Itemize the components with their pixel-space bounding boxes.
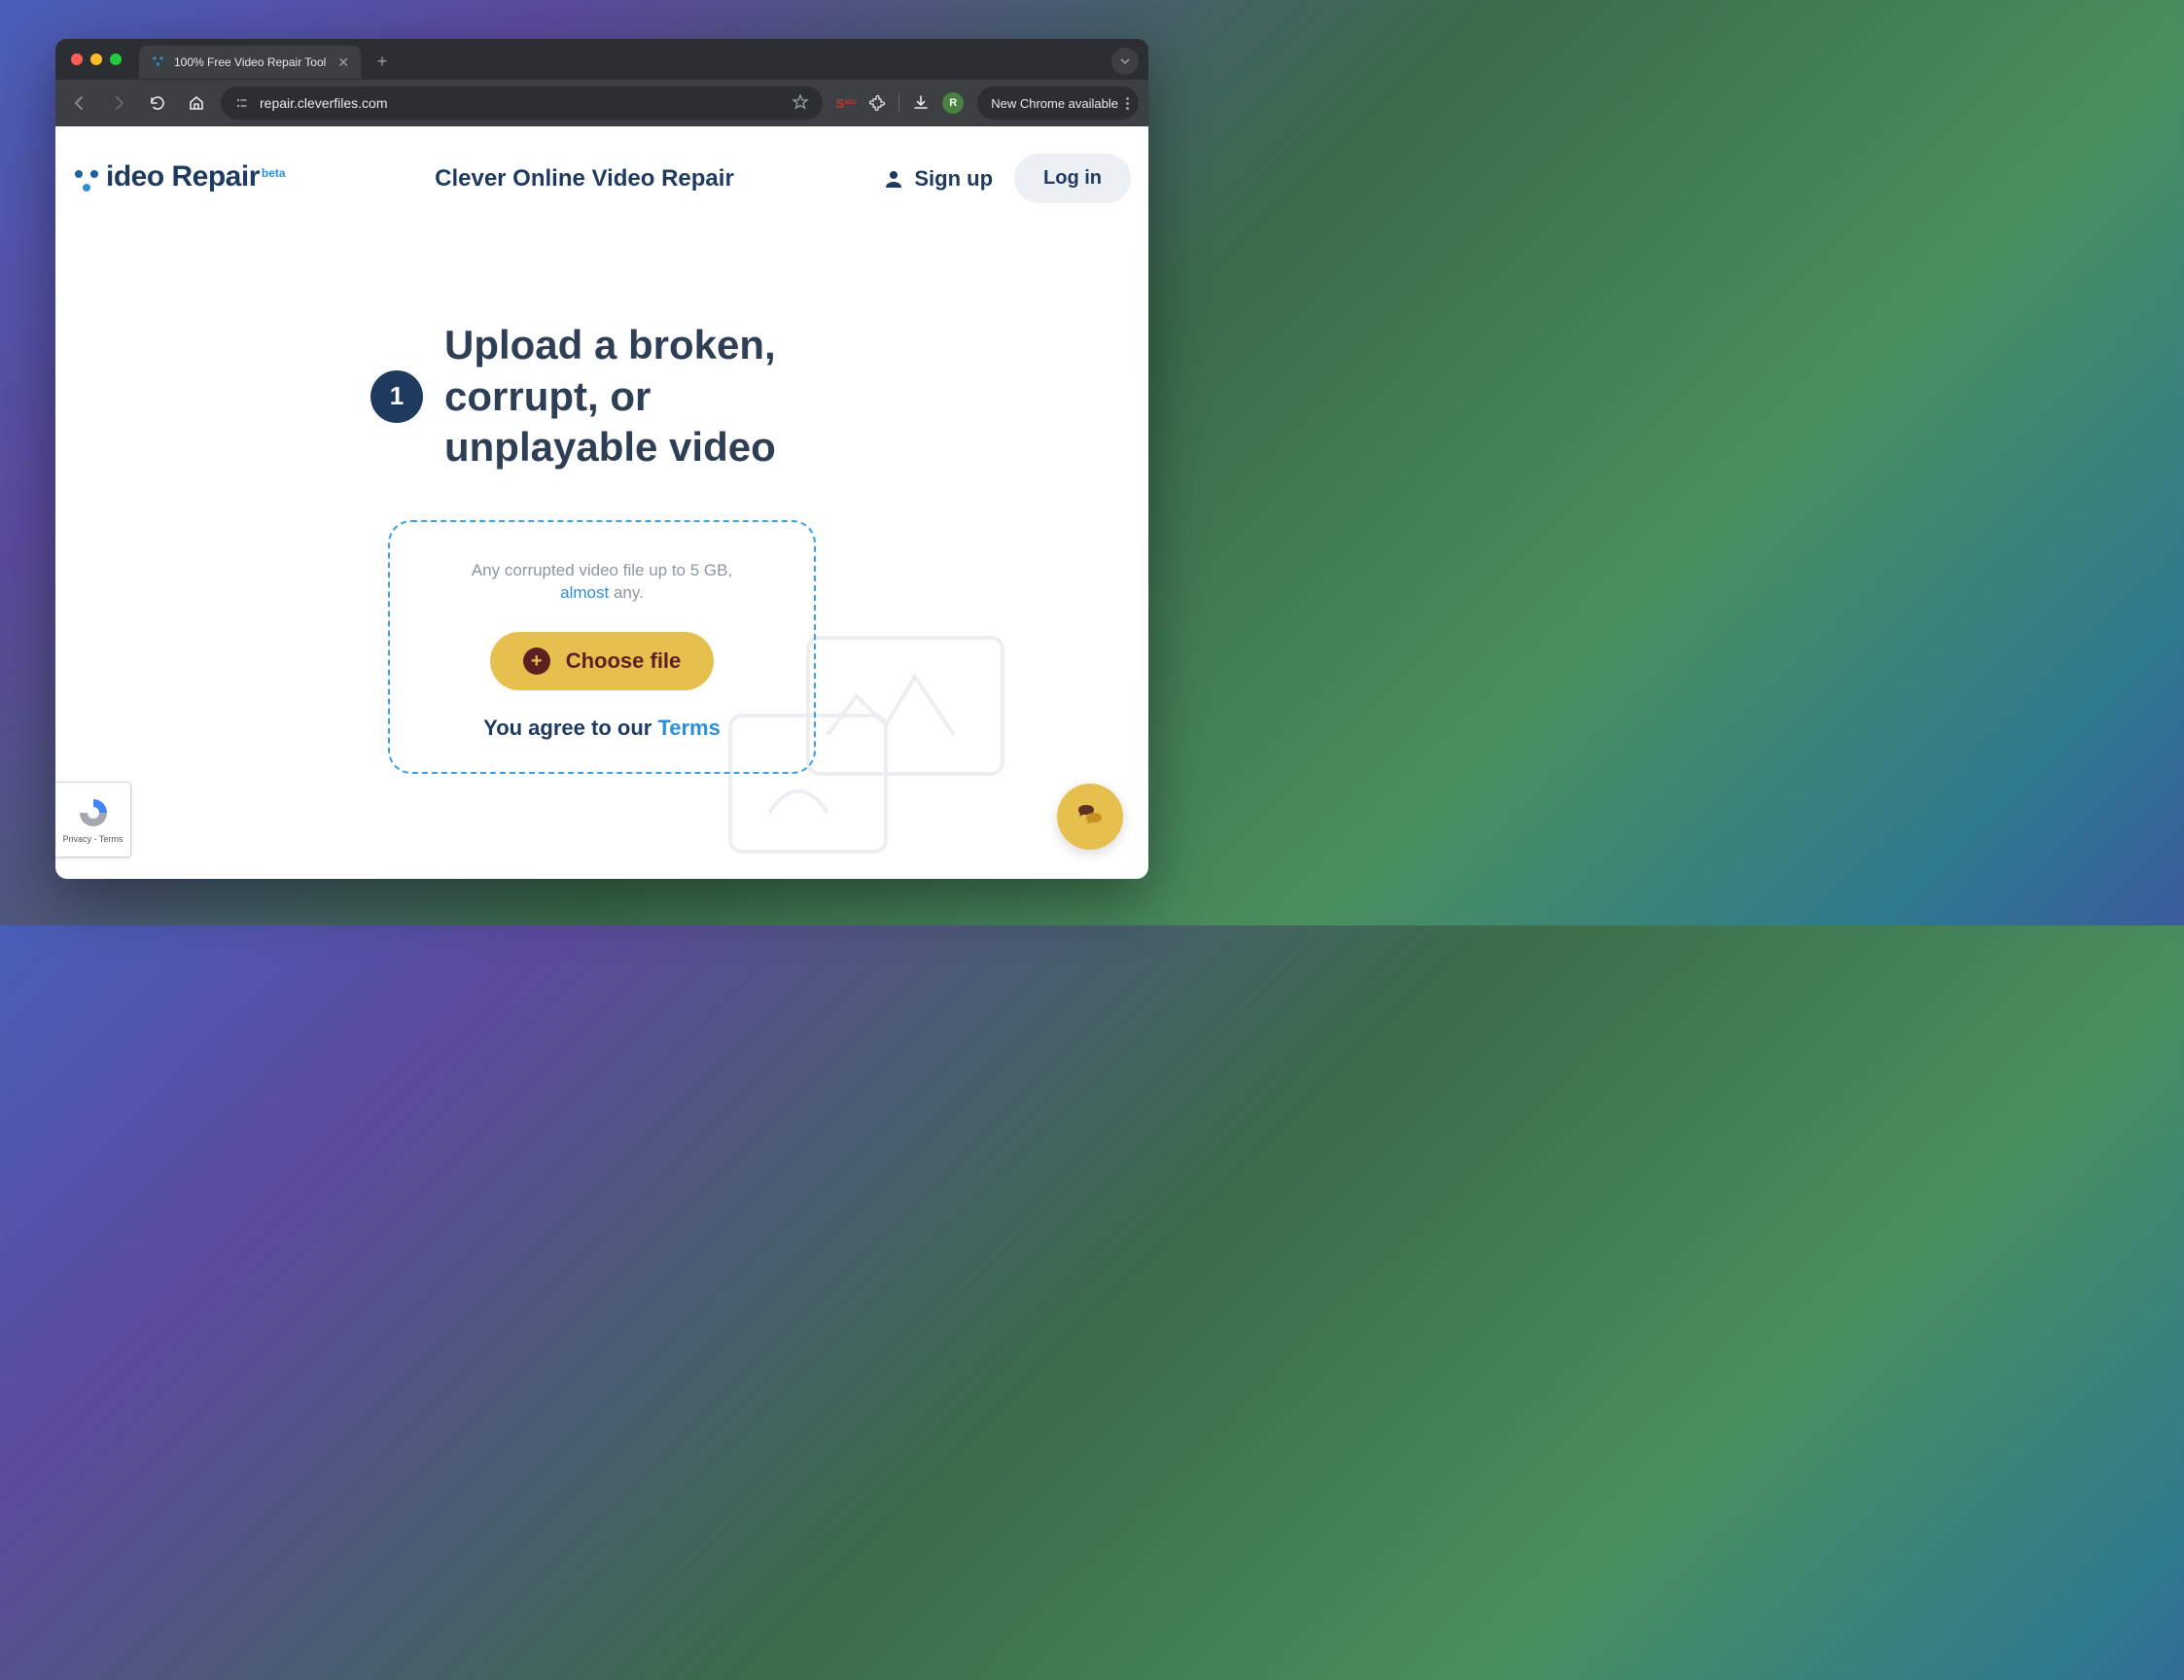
window-controls — [65, 53, 122, 65]
chat-fab-button[interactable] — [1057, 784, 1123, 850]
tab-title: 100% Free Video Repair Tool — [174, 55, 326, 69]
browser-window: 100% Free Video Repair Tool ✕ + repair.c… — [55, 39, 1148, 879]
home-button[interactable] — [182, 88, 211, 118]
browser-tab[interactable]: 100% Free Video Repair Tool ✕ — [139, 46, 361, 79]
site-header: ideo Repair beta Clever Online Video Rep… — [55, 126, 1148, 203]
recaptcha-sep: - — [91, 834, 99, 844]
upload-desc-line1: Any corrupted video file up to 5 GB, — [472, 561, 732, 579]
seo-extension-icon[interactable]: SSEO — [836, 93, 856, 113]
new-tab-button[interactable]: + — [369, 48, 396, 75]
tabs-dropdown-button[interactable] — [1111, 48, 1139, 75]
close-window-button[interactable] — [71, 53, 83, 65]
step-row: 1 Upload a broken, corrupt, or unplayabl… — [213, 320, 991, 473]
back-button[interactable] — [65, 88, 94, 118]
step-title: Upload a broken, corrupt, or unplayable … — [444, 320, 833, 473]
tab-favicon-icon — [151, 54, 166, 70]
menu-kebab-icon[interactable] — [1126, 97, 1129, 110]
header-right: Sign up Log in — [883, 154, 1131, 203]
signup-link[interactable]: Sign up — [883, 166, 993, 192]
chrome-update-label: New Chrome available — [991, 96, 1118, 111]
recaptcha-terms-link[interactable]: Terms — [99, 834, 123, 844]
upload-description: Any corrupted video file up to 5 GB, alm… — [419, 559, 785, 606]
forward-button[interactable] — [104, 88, 133, 118]
address-bar[interactable]: repair.cleverfiles.com — [221, 87, 823, 120]
reload-button[interactable] — [143, 88, 172, 118]
almost-link[interactable]: almost — [560, 583, 609, 602]
user-icon — [883, 168, 904, 190]
upload-desc-suffix: any. — [609, 583, 644, 602]
logo-beta-label: beta — [262, 166, 286, 180]
close-tab-button[interactable]: ✕ — [337, 54, 349, 71]
site-tagline: Clever Online Video Repair — [435, 165, 734, 192]
page-content: ideo Repair beta Clever Online Video Rep… — [55, 126, 1148, 879]
downloads-icon[interactable] — [911, 93, 931, 113]
maximize-window-button[interactable] — [110, 53, 122, 65]
terms-prefix: You agree to our — [483, 716, 657, 740]
terms-link[interactable]: Terms — [657, 716, 720, 740]
upload-dropzone[interactable]: Any corrupted video file up to 5 GB, alm… — [388, 520, 816, 775]
terms-row: You agree to our Terms — [419, 716, 785, 741]
signup-label: Sign up — [914, 166, 993, 192]
recaptcha-text: Privacy - Terms — [63, 834, 123, 844]
login-label: Log in — [1043, 167, 1102, 189]
login-button[interactable]: Log in — [1014, 154, 1131, 203]
chat-icon — [1074, 800, 1107, 833]
step-number-badge: 1 — [370, 370, 423, 423]
main-area: 1 Upload a broken, corrupt, or unplayabl… — [55, 203, 1148, 774]
plus-icon: + — [523, 648, 550, 675]
toolbar-divider — [898, 94, 899, 112]
choose-file-button[interactable]: + Choose file — [490, 632, 715, 690]
site-logo[interactable]: ideo Repair beta — [73, 160, 286, 197]
logo-text: ideo Repair — [106, 160, 260, 193]
extensions-puzzle-icon[interactable] — [867, 93, 887, 113]
tab-bar: 100% Free Video Repair Tool ✕ + — [55, 39, 1148, 80]
browser-toolbar: repair.cleverfiles.com SSEO R New Chrome… — [55, 80, 1148, 126]
site-info-icon[interactable] — [234, 95, 250, 111]
chrome-update-button[interactable]: New Chrome available — [977, 87, 1139, 120]
choose-file-label: Choose file — [566, 648, 682, 674]
profile-button[interactable]: R — [942, 92, 964, 114]
bookmark-star-icon[interactable] — [792, 93, 809, 114]
logo-dots-icon — [73, 168, 108, 197]
extensions-area: SSEO R — [832, 92, 968, 114]
url-text: repair.cleverfiles.com — [260, 95, 782, 111]
minimize-window-button[interactable] — [90, 53, 102, 65]
recaptcha-badge[interactable]: Privacy - Terms — [55, 782, 131, 858]
recaptcha-icon — [76, 795, 111, 830]
recaptcha-privacy-link[interactable]: Privacy — [63, 834, 92, 844]
